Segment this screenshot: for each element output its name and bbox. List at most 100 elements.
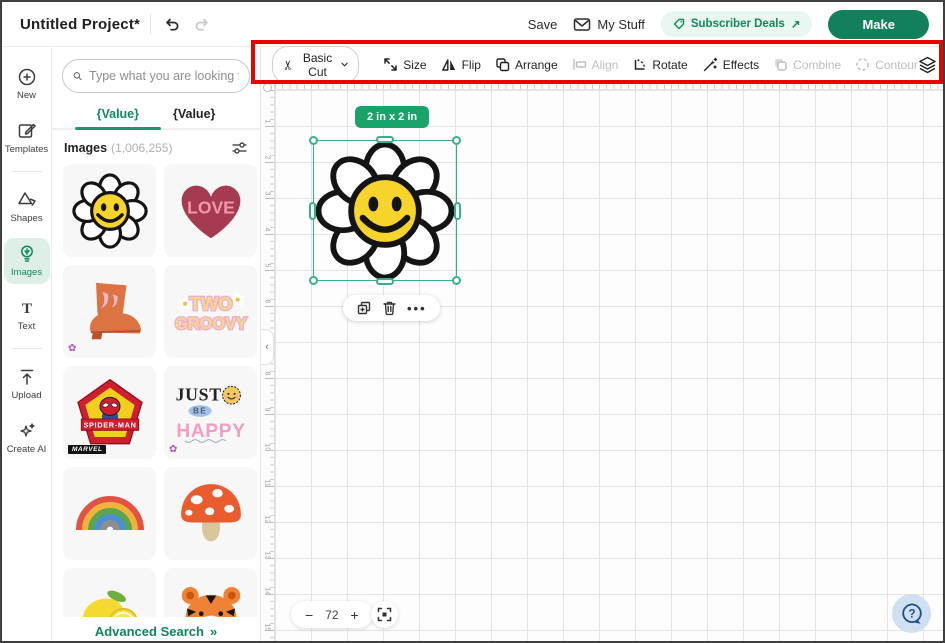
help-button[interactable]: ? (892, 594, 931, 633)
make-button[interactable]: Make (828, 10, 929, 39)
svg-text:JUST: JUST (175, 384, 221, 404)
search-input[interactable] (89, 69, 239, 83)
resize-handle-left[interactable] (309, 202, 316, 220)
combine-icon (773, 57, 788, 72)
selection-bounding-box[interactable] (313, 140, 457, 281)
resize-handle-bottom-left[interactable] (309, 276, 318, 285)
text-icon: T (17, 298, 37, 318)
duplicate-icon (356, 300, 372, 316)
two-groovy-image: TWO GROOVY (170, 271, 252, 353)
resize-handle-bottom[interactable] (376, 278, 394, 285)
plus-circle-icon (17, 67, 37, 87)
rainbow-image (70, 474, 150, 554)
chevron-left-icon: ‹ (265, 341, 269, 353)
more-options-button[interactable]: ••• (407, 301, 427, 316)
top-bar: Untitled Project* Save My Stuff Subscrib… (2, 2, 943, 47)
question-bubble-icon: ? (900, 602, 924, 626)
sparkles-icon (17, 421, 37, 441)
spider-man-image: SPIDER-MAN (70, 373, 150, 453)
tab-value-2[interactable]: {Value} (169, 101, 219, 128)
align-icon (572, 57, 587, 72)
svg-text:GROOVY: GROOVY (175, 315, 247, 333)
svg-text:LOVE: LOVE (187, 197, 235, 217)
filter-sliders-icon (231, 140, 248, 156)
lightbulb-icon (17, 244, 37, 264)
resize-handle-top-right[interactable] (452, 136, 461, 145)
redo-button[interactable] (192, 15, 213, 34)
sidebar-item-create-ai[interactable]: Create AI (4, 415, 50, 461)
envelope-icon (573, 17, 591, 32)
rotate-button[interactable]: Rotate (632, 57, 687, 72)
image-tile-cowboy-boot[interactable]: ✿ (63, 265, 156, 358)
zoom-in-button[interactable]: + (351, 608, 359, 622)
image-tile-spider-man[interactable]: SPIDER-MAN MARVEL (63, 366, 156, 459)
tag-icon (673, 18, 685, 30)
linetype-dropdown[interactable]: ✂ Basic Cut (272, 46, 359, 84)
flip-button[interactable]: Flip (441, 57, 481, 72)
horizontal-ruler (275, 82, 945, 90)
undo-icon (163, 17, 180, 32)
access-flower-badge-icon: ✿ (169, 445, 177, 455)
fit-to-screen-button[interactable] (371, 601, 398, 628)
contour-icon (855, 57, 870, 72)
daisy-smiley-artwork[interactable] (315, 141, 455, 281)
layers-button[interactable] (918, 56, 937, 74)
project-title: Untitled Project* (20, 16, 140, 33)
shapes-icon (17, 190, 37, 210)
daisy-smiley-image (72, 173, 148, 249)
duplicate-button[interactable] (356, 300, 372, 316)
arrange-icon (495, 57, 510, 72)
fit-screen-icon (377, 607, 392, 622)
contour-button: Contour (855, 57, 918, 72)
upload-icon (17, 367, 37, 387)
tab-value-1[interactable]: {Value} (93, 101, 143, 128)
selection-context-toolbar: ••• (343, 295, 440, 321)
resize-handle-top[interactable] (376, 136, 394, 143)
just-be-happy-image: JUST BE HAPPY (170, 372, 252, 454)
image-tile-rainbow[interactable] (63, 467, 156, 560)
svg-text:SPIDER-MAN: SPIDER-MAN (83, 420, 136, 429)
image-tile-just-be-happy[interactable]: JUST BE HAPPY ✿ (164, 366, 257, 459)
double-arrow-icon: » (210, 624, 217, 639)
sidebar-item-new[interactable]: New (4, 61, 50, 107)
size-button[interactable]: Size (383, 57, 426, 72)
love-heart-image: LOVE (172, 172, 250, 250)
delete-button[interactable] (382, 300, 397, 316)
my-stuff-button[interactable]: My Stuff (573, 17, 644, 32)
design-canvas[interactable]: 0123456789101112131415 ‹ 2 in x 2 in ••• (261, 82, 945, 643)
ellipsis-icon: ••• (407, 301, 427, 316)
svg-text:T: T (21, 301, 31, 317)
sidebar-item-images[interactable]: Images (4, 238, 50, 284)
zoom-out-button[interactable]: − (305, 608, 313, 622)
svg-text:TWO: TWO (189, 292, 232, 313)
sidebar-item-templates[interactable]: Templates (4, 115, 50, 161)
resize-handle-top-left[interactable] (309, 136, 318, 145)
ruler-origin (263, 83, 272, 92)
image-tile-daisy-smiley[interactable] (63, 164, 156, 257)
collapse-panel-button[interactable]: ‹ (261, 329, 274, 365)
resize-handle-bottom-right[interactable] (452, 276, 461, 285)
left-sidebar: New Templates Shapes Images T Text Uploa… (2, 47, 52, 643)
image-tile-two-groovy[interactable]: TWO GROOVY (164, 265, 257, 358)
results-header: Images (1,006,255) (64, 140, 248, 156)
filter-button[interactable] (231, 140, 248, 156)
resize-handle-right[interactable] (454, 202, 461, 220)
sidebar-item-shapes[interactable]: Shapes (4, 184, 50, 230)
arrange-button[interactable]: Arrange (495, 57, 558, 72)
search-bar[interactable] (62, 59, 250, 93)
image-results-grid: LOVE ✿ (52, 164, 260, 634)
divider (150, 14, 151, 34)
sidebar-item-upload[interactable]: Upload (4, 361, 50, 407)
templates-icon (17, 121, 37, 141)
subscriber-deals-button[interactable]: Subscriber Deals ↗ (661, 11, 813, 37)
sidebar-item-text[interactable]: T Text (4, 292, 50, 338)
advanced-search-link[interactable]: Advanced Search (95, 624, 204, 639)
image-tile-mushroom[interactable] (164, 467, 257, 560)
save-button[interactable]: Save (528, 17, 558, 32)
effects-button[interactable]: Effects (702, 57, 759, 72)
image-tile-love-heart[interactable]: LOVE (164, 164, 257, 257)
access-flower-badge-icon: ✿ (68, 344, 76, 354)
undo-button[interactable] (161, 15, 182, 34)
images-panel: {Value} {Value} Images (1,006,255) LOVE (52, 47, 261, 643)
align-button: Align (572, 57, 619, 72)
